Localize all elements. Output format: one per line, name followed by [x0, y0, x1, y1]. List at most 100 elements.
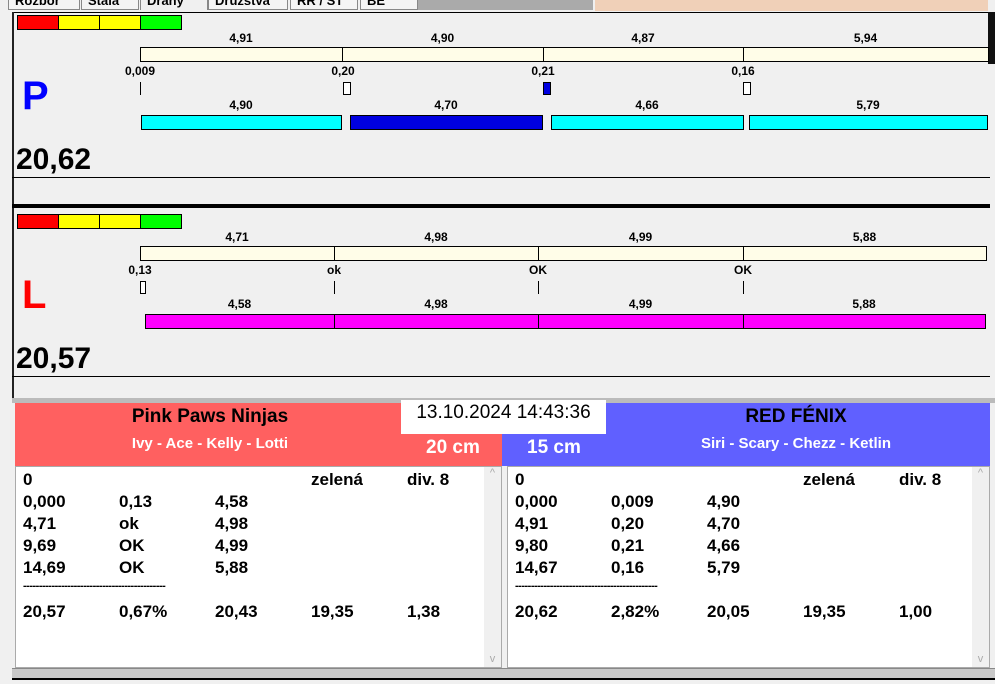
list-cell: 0 [23, 470, 33, 489]
dog-time-bar [538, 314, 744, 329]
status-area [595, 0, 988, 11]
split-bar [334, 246, 539, 261]
color-legend-box [17, 214, 59, 229]
divider [12, 12, 990, 13]
list-cell: 1,38 [407, 602, 441, 621]
split-time: 4,99 [628, 230, 653, 244]
split-bar [538, 246, 744, 261]
list-cell: 19,35 [803, 602, 846, 621]
list-cell: 20,43 [215, 602, 258, 621]
divider [12, 177, 990, 178]
split-time: 4,87 [631, 31, 655, 45]
split-time: 4,98 [424, 230, 448, 244]
split-bar [140, 246, 335, 261]
list-cell: ok [119, 514, 139, 533]
distance: 20 cm [426, 437, 480, 458]
list-cell: 0,67% [119, 602, 168, 621]
lane-side-label: L [22, 273, 47, 317]
tab-drahy[interactable]: Dráhy [140, 0, 208, 10]
reaction-time: ok [326, 263, 342, 277]
tab-druzstva[interactable]: Družstva [208, 0, 288, 10]
tab-stala[interactable]: Stála [81, 0, 139, 10]
dog-time: 5,88 [852, 297, 876, 311]
list-cell: 9,80 [515, 536, 549, 555]
reaction-time: OK [529, 263, 547, 277]
list-cell: div. 8 [407, 470, 450, 489]
list-cell: 4,91 [515, 514, 549, 533]
list-cell: 0,000 [23, 492, 66, 511]
list-cell: 0,21 [611, 536, 645, 555]
list-cell: ----------------------------------------… [515, 580, 658, 592]
lane-side-label: P [22, 74, 49, 118]
distance: 15 cm [527, 437, 581, 458]
list-cell: 2,82% [611, 602, 660, 621]
reaction-time: 0,20 [331, 64, 355, 78]
reaction-time: 0,009 [124, 64, 156, 78]
list-cell: zelená [803, 470, 855, 489]
dog-time: 4,58 [227, 297, 252, 311]
list-cell: 20,05 [707, 602, 750, 621]
reaction-time: 0,13 [128, 263, 152, 277]
list-cell: 4,58 [215, 492, 249, 511]
dog-time: 4,90 [229, 98, 253, 112]
split-time: 4,91 [229, 31, 253, 45]
list-cell: zelená [311, 470, 363, 489]
split-bar [743, 47, 989, 62]
list-cell: 0,20 [611, 514, 645, 533]
right-results-list[interactable]: ^ v 0 zelená div. 8 0,000 0,009 4,90 4,91 0,20 4,7… [507, 466, 990, 668]
split-time: 4,71 [225, 230, 249, 244]
color-legend-box [99, 15, 141, 30]
tab-bar: Rozbor Stála Dráhy Družstva RR / ST BE [0, 0, 995, 11]
team-players: Ivy - Ace - Kelly - Lotti [131, 435, 289, 452]
left-results-list[interactable]: ^ v 0 zelená div. 8 0,000 0,13 4,58 4,71 ok 4,98 9,… [15, 466, 502, 668]
lane-divider [12, 204, 990, 208]
status-bar [12, 668, 995, 680]
reaction-time: 0,21 [531, 64, 555, 78]
list-cell: 4,71 [23, 514, 57, 533]
list-cell: 20,62 [515, 602, 558, 621]
reaction-marker [543, 82, 551, 95]
reaction-marker [743, 281, 744, 294]
dog-time-bar [743, 314, 986, 329]
color-legend-box [140, 15, 182, 30]
dog-time-bar [145, 314, 335, 329]
tab-be[interactable]: BE [360, 0, 418, 10]
lane-total-time: 20,57 [16, 342, 92, 375]
dog-time: 4,98 [424, 297, 448, 311]
list-cell: 9,69 [23, 536, 57, 555]
list-cell: 4,90 [707, 492, 741, 511]
list-cell: 5,79 [707, 558, 741, 577]
list-cell: div. 8 [899, 470, 942, 489]
datetime: 13.10.2024 14:43:36 [401, 400, 606, 434]
tab-rr-st[interactable]: RR / ST [290, 0, 358, 10]
scrollbar[interactable]: ^ v [484, 467, 501, 667]
list-cell: OK [119, 536, 145, 555]
reaction-marker [538, 281, 539, 294]
scrollbar[interactable]: ^ v [972, 467, 989, 667]
tab-rozbor[interactable]: Rozbor [8, 0, 80, 10]
reaction-marker [334, 281, 335, 294]
team-name: Pink Paws Ninjas [131, 406, 289, 427]
divider [12, 376, 990, 377]
list-cell: 0 [515, 470, 525, 489]
list-cell: ----------------------------------------… [23, 580, 166, 592]
color-legend-box [58, 214, 100, 229]
reaction-marker [140, 82, 141, 95]
color-legend-box [140, 214, 182, 229]
lane-total-time: 20,62 [16, 143, 92, 176]
dog-time: 4,66 [635, 98, 659, 112]
list-cell: 1,00 [899, 602, 933, 621]
tab-area [418, 0, 593, 10]
scrollbar[interactable] [988, 12, 995, 64]
split-time: 4,90 [430, 31, 455, 45]
list-cell: 14,69 [23, 558, 66, 577]
split-bar [140, 47, 343, 62]
list-cell: 14,67 [515, 558, 558, 577]
list-cell: 5,88 [215, 558, 249, 577]
list-cell: OK [119, 558, 145, 577]
split-bar [342, 47, 544, 62]
split-time: 5,94 [853, 31, 878, 45]
color-legend-box [58, 15, 100, 30]
split-bar [743, 246, 987, 261]
list-cell: 19,35 [311, 602, 354, 621]
